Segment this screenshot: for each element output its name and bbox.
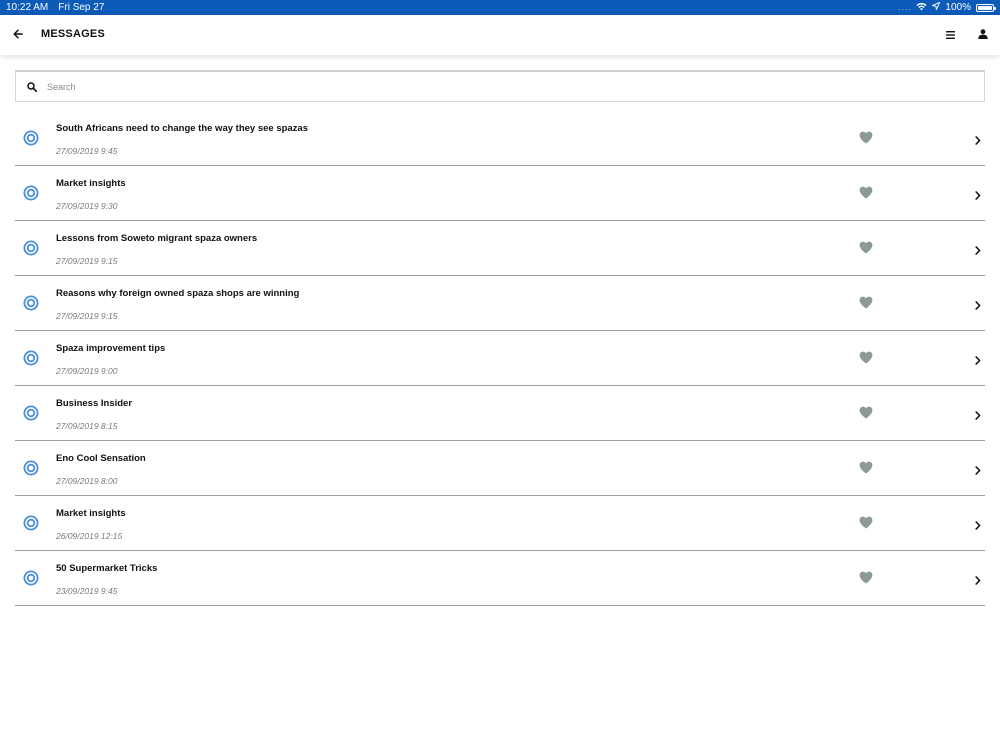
heart-icon[interactable]: [859, 186, 873, 200]
heart-icon[interactable]: [859, 351, 873, 365]
message-date: 27/09/2019 8:15: [56, 421, 118, 431]
message-title: Lessons from Soweto migrant spaza owners: [56, 233, 258, 244]
user-icon: [978, 26, 988, 44]
message-title: Eno Cool Sensation: [56, 453, 146, 464]
message-date: 23/09/2019 9:45: [56, 586, 118, 596]
status-time: 10:22 AM: [6, 2, 49, 13]
message-date: 27/09/2019 9:45: [56, 146, 118, 156]
message-date: 27/09/2019 9:30: [56, 201, 118, 211]
chevron-right-icon: [975, 407, 985, 420]
heart-icon[interactable]: [859, 516, 873, 530]
target-icon: [23, 405, 39, 421]
search-icon: [25, 80, 39, 94]
message-row[interactable]: Reasons why foreign owned spaza shops ar…: [15, 276, 985, 331]
heart-icon[interactable]: [859, 406, 873, 420]
message-date: 27/09/2019 9:15: [56, 311, 118, 321]
message-row[interactable]: Market insights 27/09/2019 9:30: [15, 166, 985, 221]
search-bar: [15, 70, 985, 102]
chevron-right-icon: [975, 297, 985, 310]
message-date: 27/09/2019 9:00: [56, 366, 118, 376]
message-date: 27/09/2019 9:15: [56, 256, 118, 266]
target-icon: [23, 515, 39, 531]
chevron-right-icon: [975, 462, 985, 475]
back-arrow-icon: [13, 26, 23, 44]
target-icon: [23, 350, 39, 366]
message-title: Reasons why foreign owned spaza shops ar…: [56, 288, 300, 299]
search-input[interactable]: [45, 80, 949, 93]
chevron-right-icon: [975, 352, 985, 365]
status-bar-left: 10:22 AM Fri Sep 27: [6, 2, 104, 13]
heart-icon[interactable]: [859, 571, 873, 585]
chevron-right-icon: [975, 187, 985, 200]
message-list: South Africans need to change the way th…: [15, 111, 985, 606]
message-title: South Africans need to change the way th…: [56, 123, 309, 134]
target-icon: [23, 185, 39, 201]
target-icon: [23, 295, 39, 311]
app-header: MESSAGES: [0, 15, 1000, 55]
heart-icon[interactable]: [859, 131, 873, 145]
menu-button[interactable]: [940, 25, 960, 45]
hamburger-menu-icon: [945, 26, 955, 44]
target-icon: [23, 570, 39, 586]
heart-icon[interactable]: [859, 461, 873, 475]
status-date: Fri Sep 27: [58, 2, 105, 13]
heart-icon[interactable]: [859, 296, 873, 310]
status-bar: 10:22 AM Fri Sep 27 .... 100%: [0, 0, 1000, 15]
target-icon: [23, 130, 39, 146]
status-bar-right: .... 100%: [898, 1, 996, 14]
chevron-right-icon: [975, 517, 985, 530]
target-icon: [23, 240, 39, 256]
message-title: Market insights: [56, 178, 126, 189]
battery-percent: 100%: [945, 2, 971, 13]
message-title: Business Insider: [56, 398, 133, 409]
message-row[interactable]: 50 Supermarket Tricks 23/09/2019 9:45: [15, 551, 985, 606]
message-row[interactable]: Spaza improvement tips 27/09/2019 9:00: [15, 331, 985, 386]
message-date: 27/09/2019 8:00: [56, 476, 118, 486]
message-date: 26/09/2019 12:15: [56, 531, 123, 541]
message-title: Spaza improvement tips: [56, 343, 166, 354]
wifi-icon: [916, 2, 927, 14]
message-title: 50 Supermarket Tricks: [56, 563, 158, 574]
target-icon: [23, 460, 39, 476]
message-row[interactable]: Market insights 26/09/2019 12:15: [15, 496, 985, 551]
location-arrow-icon: [932, 1, 941, 13]
battery-fill: [978, 5, 992, 10]
message-row[interactable]: Eno Cool Sensation 27/09/2019 8:00: [15, 441, 985, 496]
back-button[interactable]: [8, 25, 28, 45]
chevron-right-icon: [975, 572, 985, 585]
chevron-right-icon: [975, 242, 985, 255]
message-row[interactable]: Business Insider 27/09/2019 8:15: [15, 386, 985, 441]
message-title: Market insights: [56, 508, 126, 519]
battery-icon: [976, 3, 996, 12]
message-row[interactable]: Lessons from Soweto migrant spaza owners…: [15, 221, 985, 276]
profile-button[interactable]: [973, 25, 993, 45]
message-row[interactable]: South Africans need to change the way th…: [15, 111, 985, 166]
signal-dots: ....: [898, 3, 912, 12]
page-title: MESSAGES: [41, 28, 105, 40]
chevron-right-icon: [975, 132, 985, 145]
heart-icon[interactable]: [859, 241, 873, 255]
